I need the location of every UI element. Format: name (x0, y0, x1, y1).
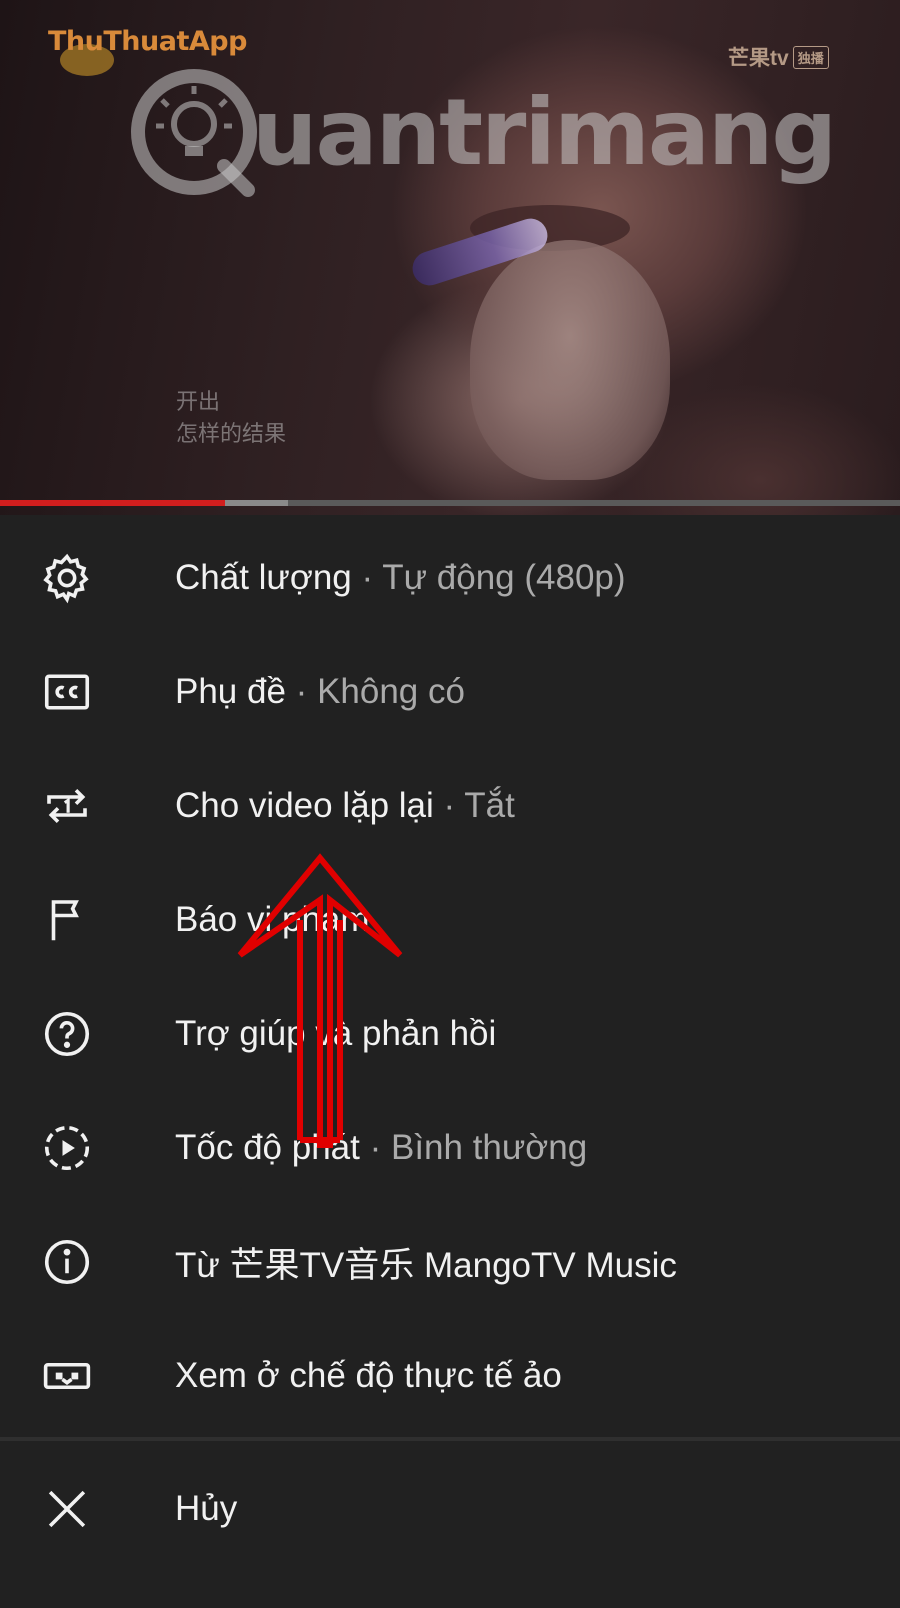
video-frame-detail (470, 240, 670, 480)
progress-buffered (225, 500, 288, 506)
watermark-text: uantrimang (252, 78, 837, 186)
watermark: uantrimang (128, 62, 837, 202)
vr-icon (40, 1349, 94, 1403)
menu-item-label: Phụ đề · Không có (175, 672, 465, 711)
cancel-button[interactable]: Hủy (0, 1452, 900, 1566)
menu-item-help[interactable]: Trợ giúp và phản hồi (0, 977, 900, 1091)
progress-played (0, 500, 225, 506)
menu-item-source[interactable]: Từ 芒果TV音乐 MangoTV Music (0, 1205, 900, 1319)
menu-item-vr[interactable]: Xem ở chế độ thực tế ảo (0, 1319, 900, 1433)
menu-item-report[interactable]: Báo vi phạm (0, 863, 900, 977)
menu-item-label: Chất lượng · Tự động (480p) (175, 558, 626, 597)
help-icon (40, 1007, 94, 1061)
cancel-label: Hủy (175, 1489, 238, 1528)
info-icon (40, 1235, 94, 1289)
site-logo: ThuThuatApp (48, 26, 247, 57)
menu-item-playback-speed[interactable]: Tốc độ phát · Bình thường (0, 1091, 900, 1205)
menu-item-label: Báo vi phạm (175, 900, 370, 939)
subtitle-line: 怎样的结果 (176, 421, 287, 446)
playback-speed-icon (40, 1121, 94, 1175)
video-player[interactable]: ThuThuatApp 芒果tv 独播 uantrimang 开出 怎样的结果 (0, 0, 900, 515)
close-icon (40, 1482, 94, 1536)
menu-item-quality[interactable]: Chất lượng · Tự động (480p) (0, 521, 900, 635)
menu-item-label: Tốc độ phát · Bình thường (175, 1128, 588, 1167)
menu-item-captions[interactable]: Phụ đề · Không có (0, 635, 900, 749)
lightbulb-icon (131, 69, 257, 197)
progress-bar[interactable] (0, 500, 900, 506)
menu-divider (0, 1437, 900, 1441)
menu-item-label: Cho video lặp lại · Tắt (175, 786, 515, 825)
flag-icon (40, 893, 94, 947)
menu-item-label: Từ 芒果TV音乐 MangoTV Music (175, 1245, 677, 1285)
menu-item-loop[interactable]: Cho video lặp lại · Tắt (0, 749, 900, 863)
subtitle-line: 开出 (176, 389, 221, 414)
menu-item-label: Xem ở chế độ thực tế ảo (175, 1356, 562, 1395)
repeat-one-icon (40, 779, 94, 833)
cc-icon (40, 665, 94, 719)
gear-icon (40, 551, 94, 605)
menu-item-label: Trợ giúp và phản hồi (175, 1014, 497, 1053)
video-subtitles: 开出 怎样的结果 (176, 386, 286, 450)
